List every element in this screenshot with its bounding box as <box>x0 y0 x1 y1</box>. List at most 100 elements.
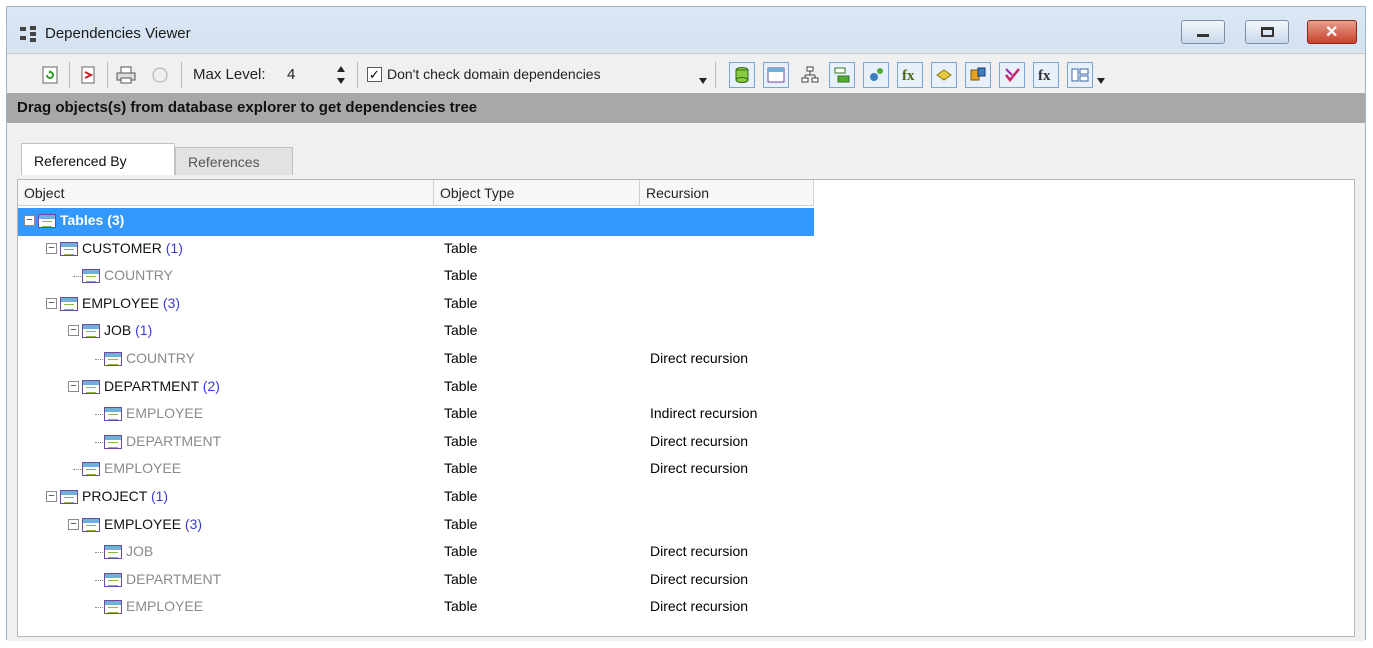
tree-row-object-cell[interactable]: COUNTRY <box>18 263 814 291</box>
collapse-toggle-icon[interactable]: − <box>46 242 57 254</box>
table-icon <box>82 324 100 339</box>
database-filter-button[interactable] <box>729 62 755 88</box>
table-icon <box>104 600 122 615</box>
collapse-toggle-icon[interactable]: − <box>68 518 79 530</box>
table-icon <box>82 517 100 532</box>
tree-view-button[interactable] <box>797 62 823 88</box>
tree-row-name: JOB <box>126 543 153 559</box>
tree-row-object-cell[interactable]: − Tables (3) <box>18 208 814 236</box>
object-name: JOB <box>126 543 154 560</box>
packages-filter-button[interactable] <box>931 62 957 88</box>
udf-filter-button[interactable]: fx <box>1033 62 1059 88</box>
database-icon <box>735 67 749 83</box>
tree-row-name: EMPLOYEE <box>126 598 203 614</box>
tree-row[interactable]: − Tables (3) <box>18 208 1356 236</box>
collapse-toggle-icon[interactable]: − <box>24 215 35 226</box>
tree-row-name: EMPLOYEE (3) <box>104 516 202 532</box>
domain-check-checkbox[interactable]: ✓ <box>367 67 382 82</box>
exceptions-filter-button[interactable] <box>999 62 1025 88</box>
tree-row[interactable]: EMPLOYEE Table Direct recursion <box>18 456 1356 484</box>
tree-row-name: EMPLOYEE <box>126 405 203 421</box>
tree-row-name: JOB (1) <box>104 322 152 338</box>
close-icon: ✕ <box>1325 24 1339 41</box>
tab-references[interactable]: References <box>175 147 293 175</box>
functions-filter-button[interactable]: fx <box>897 62 923 88</box>
more-dropdown-icon[interactable] <box>1097 78 1105 84</box>
column-header-object-type[interactable]: Object Type <box>434 180 640 206</box>
column-header-object[interactable]: Object <box>18 180 434 206</box>
dropdown-arrow-icon[interactable] <box>699 78 707 84</box>
tree-row-object-cell[interactable]: − DEPARTMENT (2) <box>18 374 814 402</box>
tree-row-object-cell[interactable]: − EMPLOYEE (3) <box>18 291 814 319</box>
domains-icon <box>834 67 850 83</box>
domains-filter-button[interactable] <box>829 62 855 88</box>
dependency-count: (2) <box>202 377 220 394</box>
layout-icon <box>1071 68 1089 82</box>
tables-filter-button[interactable] <box>763 62 789 88</box>
max-level-spinner-icon[interactable] <box>335 64 347 86</box>
domain-check-label[interactable]: Don't check domain dependencies <box>387 66 601 82</box>
max-level-input[interactable]: 4 <box>287 66 327 83</box>
tree-row-object-cell[interactable]: − JOB (1) <box>18 318 814 346</box>
object-type-cell: Table <box>444 432 478 449</box>
object-name: Tables <box>60 212 104 228</box>
window-title: Dependencies Viewer <box>45 25 191 42</box>
tree-row-name: DEPARTMENT <box>126 571 221 587</box>
object-type-cell: Table <box>444 322 478 339</box>
tree-row[interactable]: COUNTRY Table Direct recursion <box>18 346 1356 374</box>
recursion-cell: Direct recursion <box>650 432 749 449</box>
stop-button[interactable] <box>147 62 173 88</box>
maximize-button[interactable] <box>1245 20 1289 44</box>
tree-row-name: COUNTRY <box>126 350 195 366</box>
tree-row-object-cell[interactable]: − PROJECT (1) <box>18 484 814 512</box>
tree-row-object-cell[interactable]: − CUSTOMER (1) <box>18 236 814 264</box>
tree-row[interactable]: − PROJECT (1) Table <box>18 484 1356 512</box>
tree-row[interactable]: EMPLOYEE Table Indirect recursion <box>18 401 1356 429</box>
dependencies-viewer-window: Dependencies Viewer ✕ Max Level: 4 ✓ Don… <box>6 6 1366 641</box>
svg-text:fx: fx <box>902 68 915 84</box>
tree-row[interactable]: − CUSTOMER (1) Table <box>18 236 1356 264</box>
tree-row[interactable]: − EMPLOYEE (3) Table <box>18 512 1356 540</box>
print-button[interactable] <box>113 62 139 88</box>
object-name: EMPLOYEE <box>126 598 204 615</box>
table-icon <box>82 269 100 284</box>
close-button[interactable]: ✕ <box>1307 20 1357 44</box>
tree-row[interactable]: − EMPLOYEE (3) Table <box>18 291 1356 319</box>
object-name: DEPARTMENT <box>126 570 222 587</box>
dependency-count: (3) <box>162 294 181 311</box>
tree-row[interactable]: DEPARTMENT Table Direct recursion <box>18 567 1356 595</box>
refresh-button[interactable] <box>37 62 63 88</box>
generators-filter-button[interactable] <box>863 62 889 88</box>
object-type-cell: Table <box>444 239 478 256</box>
table-icon <box>104 407 122 422</box>
object-type-cell: Table <box>444 488 478 504</box>
dependency-count: (1) <box>165 239 183 256</box>
max-level-label: Max Level: <box>193 66 266 83</box>
tree-row-name: EMPLOYEE <box>104 460 181 476</box>
print-icon <box>116 66 136 84</box>
tree-row[interactable]: JOB Table Direct recursion <box>18 539 1356 567</box>
collapse-toggle-icon[interactable]: − <box>46 491 57 502</box>
tree-row[interactable]: − DEPARTMENT (2) Table <box>18 374 1356 402</box>
object-type-cell: Table <box>444 350 478 366</box>
content-area: Referenced By References Object Object T… <box>7 123 1365 641</box>
layout-button[interactable] <box>1067 62 1093 88</box>
collapse-toggle-icon[interactable]: − <box>46 297 57 309</box>
udf-icon: fx <box>1038 68 1051 84</box>
tree-row[interactable]: EMPLOYEE Table Direct recursion <box>18 594 1356 622</box>
procedures-filter-button[interactable] <box>965 62 991 88</box>
column-header-recursion[interactable]: Recursion <box>640 180 814 206</box>
minimize-button[interactable] <box>1181 20 1225 44</box>
tree-row[interactable]: DEPARTMENT Table Direct recursion <box>18 429 1356 457</box>
recursion-cell: Direct recursion <box>650 598 749 615</box>
object-type-cell: Table <box>444 267 478 284</box>
tree-row-name: Tables (3) <box>60 212 124 228</box>
recursion-cell: Direct recursion <box>650 543 749 560</box>
collapse-toggle-icon[interactable]: − <box>68 380 79 392</box>
tab-referenced-by[interactable]: Referenced By <box>21 143 175 175</box>
tree-row[interactable]: − JOB (1) Table <box>18 318 1356 346</box>
export-button[interactable] <box>75 62 101 88</box>
tree-row[interactable]: COUNTRY Table <box>18 263 1356 291</box>
collapse-toggle-icon[interactable]: − <box>68 325 79 337</box>
tree-row-object-cell[interactable]: − EMPLOYEE (3) <box>18 512 814 540</box>
